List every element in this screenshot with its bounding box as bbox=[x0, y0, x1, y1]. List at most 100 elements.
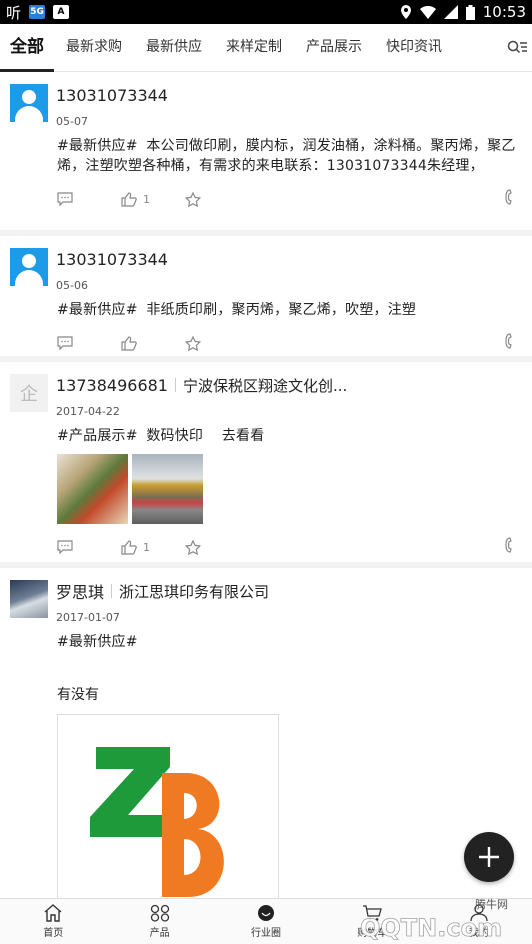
phone-icon bbox=[505, 189, 512, 205]
post-item[interactable]: 13031073344 05-07 #最新供应# 本公司做印刷，膜内标，润发油桶… bbox=[0, 72, 532, 236]
call-button[interactable] bbox=[500, 333, 514, 353]
post-content: #最新供应# 本公司做印刷，膜内标，润发油桶，涂料桶。聚丙烯，聚乙烯，注塑吹塑各… bbox=[57, 136, 520, 176]
post-feed[interactable]: 13031073344 05-07 #最新供应# 本公司做印刷，膜内标，润发油桶… bbox=[0, 72, 532, 898]
tab-product-display[interactable]: 产品展示 bbox=[294, 24, 374, 72]
post-item[interactable]: 企 13738496681 宁波保税区翔途文化创... 2017-04-22 #… bbox=[0, 362, 532, 568]
thumbs-up-icon bbox=[121, 191, 137, 207]
post-tag[interactable]: #产品展示# bbox=[57, 428, 138, 444]
like-count: 1 bbox=[143, 192, 150, 206]
avatar[interactable]: 企 bbox=[10, 374, 48, 412]
status-app-text: 听 bbox=[6, 3, 22, 22]
tab-custom-sample[interactable]: 来样定制 bbox=[214, 24, 294, 72]
avatar[interactable] bbox=[10, 84, 48, 122]
phone-icon bbox=[505, 537, 512, 553]
post-item[interactable]: 罗思琪 浙江思琪印务有限公司 2017-01-07 #最新供应# 有没有 bbox=[0, 568, 532, 898]
post-actions: 1 bbox=[57, 176, 520, 222]
post-image-storefront[interactable] bbox=[132, 454, 203, 524]
status-icon-5g: 5G bbox=[29, 5, 46, 19]
nav-industry-circle-label: 行业圈 bbox=[251, 928, 282, 939]
status-time: 10:53 bbox=[482, 3, 526, 21]
post-date: 2017-01-07 bbox=[56, 611, 120, 624]
comment-button[interactable] bbox=[57, 192, 121, 206]
post-date: 2017-04-22 bbox=[56, 405, 120, 418]
call-button[interactable] bbox=[500, 537, 514, 557]
nav-products[interactable]: 产品 bbox=[106, 899, 212, 944]
poster-name[interactable]: 13031073344 bbox=[56, 86, 168, 105]
nav-mine-label: 我的 bbox=[468, 928, 489, 939]
post-content: #最新供应# 非纸质印刷，聚丙烯，聚乙烯，吹塑，注塑 bbox=[57, 300, 520, 320]
search-menu-button[interactable] bbox=[502, 24, 532, 72]
status-bar: 听 5G A 10:53 bbox=[0, 0, 532, 24]
avatar-placeholder: 企 bbox=[20, 384, 38, 405]
comment-icon bbox=[57, 540, 73, 554]
user-icon bbox=[470, 904, 488, 922]
post-tag[interactable]: #最新供应# bbox=[57, 634, 138, 650]
favorite-button[interactable] bbox=[185, 335, 249, 351]
signal-icon bbox=[443, 5, 458, 19]
post-actions: 1 bbox=[57, 524, 520, 570]
like-button[interactable]: 1 bbox=[121, 539, 185, 555]
thumbs-up-icon bbox=[121, 335, 137, 351]
favorite-button[interactable] bbox=[185, 191, 249, 207]
search-list-icon bbox=[507, 40, 527, 53]
star-icon bbox=[185, 191, 201, 207]
avatar[interactable] bbox=[10, 248, 48, 286]
comment-icon bbox=[57, 192, 73, 206]
phone-icon bbox=[505, 333, 512, 349]
favorite-button[interactable] bbox=[185, 539, 249, 555]
tab-all[interactable]: 全部 bbox=[0, 24, 54, 72]
post-tag[interactable]: #最新供应# bbox=[57, 302, 138, 318]
post-item[interactable]: 13031073344 05-06 #最新供应# 非纸质印刷，聚丙烯，聚乙烯，吹… bbox=[0, 236, 532, 362]
post-content: #最新供应# bbox=[57, 632, 520, 652]
status-icon-a: A bbox=[53, 5, 70, 19]
poster-company[interactable]: 宁波保税区翔途文化创... bbox=[183, 375, 347, 396]
post-actions bbox=[57, 320, 520, 366]
post-date: 05-06 bbox=[56, 279, 88, 292]
like-count: 1 bbox=[143, 540, 150, 554]
post-image-brochure[interactable] bbox=[57, 454, 128, 524]
post-tag[interactable]: #最新供应# bbox=[57, 138, 138, 154]
nav-cart[interactable]: 购物车 bbox=[319, 899, 425, 944]
nav-mine[interactable]: 我的 bbox=[426, 899, 532, 944]
name-divider bbox=[111, 584, 113, 598]
tab-latest-purchase[interactable]: 最新求购 bbox=[54, 24, 134, 72]
post-date: 05-07 bbox=[56, 115, 88, 128]
post-image-zb-logo[interactable] bbox=[57, 714, 279, 898]
nav-home[interactable]: 首页 bbox=[0, 899, 106, 944]
comment-button[interactable] bbox=[57, 336, 121, 350]
like-button[interactable]: 1 bbox=[121, 191, 185, 207]
post-text: 有没有 bbox=[57, 687, 99, 703]
plus-icon bbox=[479, 847, 499, 867]
tab-latest-supply[interactable]: 最新供应 bbox=[134, 24, 214, 72]
name-divider bbox=[174, 378, 176, 392]
location-icon bbox=[400, 5, 411, 19]
bottom-navigation: 首页 产品 行业圈 购物车 我的 bbox=[0, 898, 532, 944]
grid-icon bbox=[150, 904, 169, 922]
nav-industry-circle[interactable]: 行业圈 bbox=[213, 899, 319, 944]
wifi-icon bbox=[419, 5, 436, 19]
comment-button[interactable] bbox=[57, 540, 121, 554]
zb-logo-image bbox=[90, 747, 224, 897]
like-button[interactable] bbox=[121, 335, 185, 351]
nav-home-label: 首页 bbox=[43, 928, 64, 939]
avatar[interactable] bbox=[10, 580, 48, 618]
poster-name[interactable]: 13031073344 bbox=[56, 250, 168, 269]
poster-name[interactable]: 罗思琪 bbox=[56, 579, 104, 603]
thumbs-up-icon bbox=[121, 539, 137, 555]
tab-print-news[interactable]: 快印资讯 bbox=[374, 24, 454, 72]
nav-cart-label: 购物车 bbox=[357, 928, 388, 939]
call-button[interactable] bbox=[500, 189, 514, 209]
poster-name[interactable]: 13738496681 bbox=[56, 376, 168, 395]
battery-icon bbox=[465, 4, 475, 20]
post-images bbox=[57, 454, 520, 524]
nav-products-label: 产品 bbox=[149, 928, 170, 939]
post-text[interactable]: 数码快印 去看看 bbox=[146, 428, 264, 444]
poster-company[interactable]: 浙江思琪印务有限公司 bbox=[119, 581, 269, 602]
add-post-button[interactable] bbox=[464, 832, 514, 882]
comment-icon bbox=[57, 336, 73, 350]
star-icon bbox=[185, 539, 201, 555]
category-tabs: 全部 最新求购 最新供应 来样定制 产品展示 快印资讯 bbox=[0, 24, 532, 72]
post-content: #产品展示# 数码快印 去看看 bbox=[57, 426, 520, 446]
cart-icon bbox=[363, 905, 383, 921]
post-text: 非纸质印刷，聚丙烯，聚乙烯，吹塑，注塑 bbox=[146, 302, 417, 318]
